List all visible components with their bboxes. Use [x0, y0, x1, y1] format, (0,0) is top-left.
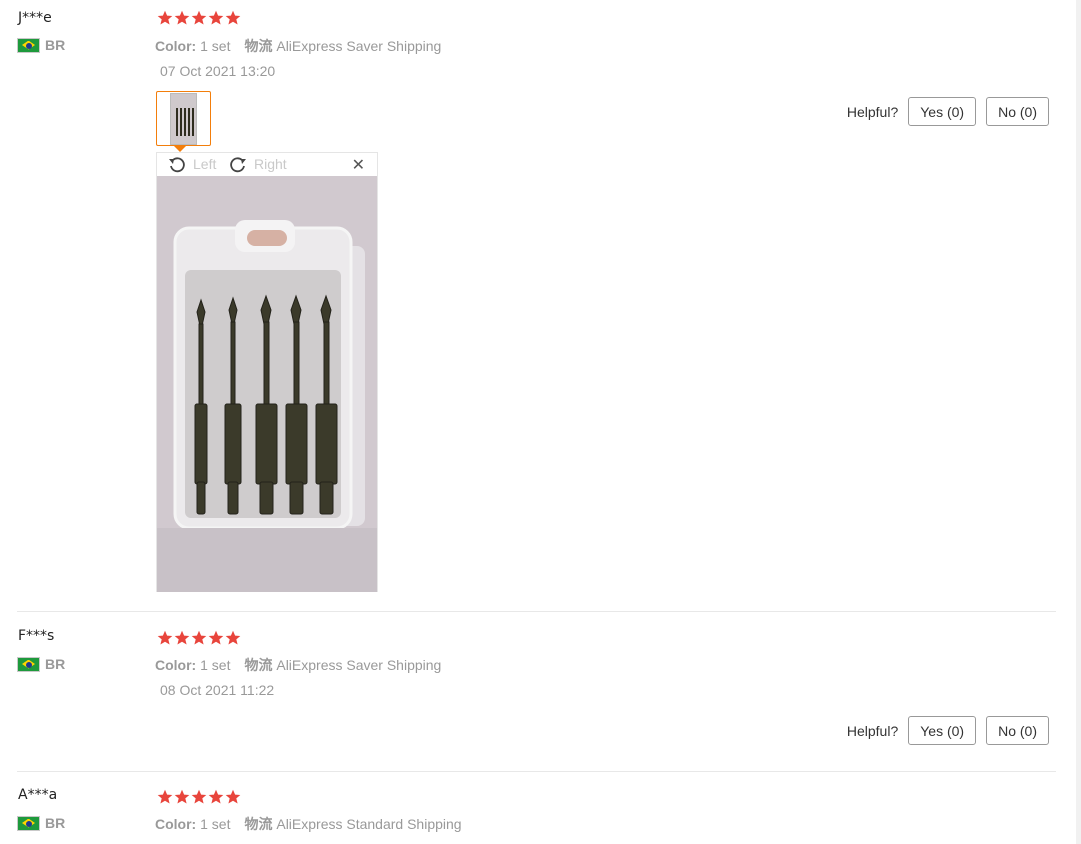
star-rating	[157, 630, 241, 646]
helpful-voting: Helpful? Yes (0) No (0)	[847, 716, 1049, 745]
thumbnail-image	[170, 93, 197, 145]
reviewer-name: A***a	[18, 787, 58, 803]
photo-viewer-toolbar: Left Right ✕	[157, 153, 377, 176]
rotate-left-button[interactable]: Left	[167, 155, 216, 173]
star-icon	[225, 789, 241, 804]
star-icon	[225, 10, 241, 25]
star-icon	[225, 630, 241, 645]
star-icon	[208, 630, 224, 645]
helpful-yes-button[interactable]: Yes (0)	[908, 97, 977, 126]
review-sku-info: Color: 1 set 物流 AliExpress Standard Shipp…	[155, 814, 462, 834]
reviewer-country: BR	[17, 656, 65, 672]
star-icon	[174, 630, 190, 645]
review-sku-info: Color: 1 set 物流 AliExpress Saver Shipping	[155, 655, 441, 675]
shipping-label: 物流	[244, 816, 273, 832]
helpful-voting: Helpful? Yes (0) No (0)	[847, 97, 1049, 126]
review-item: F***s BR Color: 1 set 物流 AliExpress Saver…	[17, 612, 1056, 772]
page-scrollbar[interactable]	[1076, 0, 1081, 844]
shipping-value: AliExpress Saver Shipping	[276, 38, 442, 54]
star-icon	[157, 630, 173, 645]
country-code: BR	[45, 37, 66, 53]
rotate-left-icon	[169, 157, 185, 173]
star-icon	[208, 789, 224, 804]
rotate-right-button[interactable]: Right	[228, 155, 287, 173]
review-item: J***e BR Color: 1 set 物流 AliExpress Saver…	[17, 0, 1056, 612]
rotate-left-label: Left	[193, 156, 217, 172]
helpful-label: Helpful?	[846, 103, 899, 120]
star-rating	[157, 10, 241, 26]
shipping-value: AliExpress Saver Shipping	[276, 657, 442, 673]
review-photo-thumbnail[interactable]	[156, 91, 211, 152]
star-icon	[191, 630, 207, 645]
star-icon	[191, 789, 207, 804]
helpful-no-button[interactable]: No (0)	[986, 97, 1049, 126]
review-date: 08 Oct 2021 11:22	[160, 682, 275, 698]
thumbnail-pointer-arrow	[173, 145, 187, 152]
brazil-flag-icon	[17, 37, 40, 53]
shipping-label: 物流	[244, 38, 273, 54]
star-icon	[174, 10, 190, 25]
reviewer-name: J***e	[18, 10, 52, 26]
star-icon	[157, 10, 173, 25]
color-label: Color:	[155, 816, 197, 832]
photo-viewer: Left Right ✕	[156, 152, 378, 592]
star-icon	[191, 10, 207, 25]
close-icon[interactable]: ✕	[352, 155, 365, 175]
reviewer-country: BR	[17, 815, 65, 831]
helpful-label: Helpful?	[846, 722, 899, 739]
star-icon	[208, 10, 224, 25]
shipping-value: AliExpress Standard Shipping	[276, 816, 462, 832]
rotate-right-label: Right	[254, 156, 287, 172]
color-value: 1 set	[200, 657, 231, 673]
brazil-flag-icon	[17, 815, 40, 831]
helpful-yes-button[interactable]: Yes (0)	[908, 716, 977, 745]
review-sku-info: Color: 1 set 物流 AliExpress Saver Shipping	[155, 36, 441, 56]
shipping-label: 物流	[244, 657, 273, 673]
rotate-right-icon	[230, 157, 246, 173]
color-value: 1 set	[200, 816, 231, 832]
color-label: Color:	[155, 657, 197, 673]
review-item: A***a BR Color: 1 set 物流 AliExpress Stand…	[17, 772, 1056, 844]
reviewer-country: BR	[17, 37, 65, 53]
helpful-no-button[interactable]: No (0)	[986, 716, 1049, 745]
review-photo-large	[157, 176, 377, 592]
star-icon	[174, 789, 190, 804]
star-icon	[157, 789, 173, 804]
color-label: Color:	[155, 38, 197, 54]
color-value: 1 set	[200, 38, 231, 54]
reviewer-name: F***s	[18, 628, 55, 644]
brazil-flag-icon	[17, 656, 40, 672]
star-rating	[157, 789, 241, 805]
review-date: 07 Oct 2021 13:20	[160, 63, 276, 79]
country-code: BR	[45, 656, 66, 672]
country-code: BR	[45, 815, 66, 831]
